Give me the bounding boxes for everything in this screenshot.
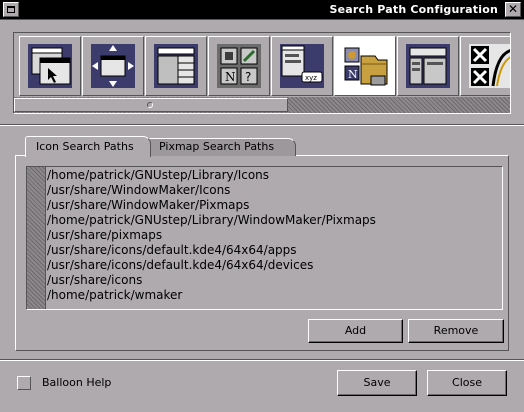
path-list-scrollbar[interactable] [27, 167, 46, 309]
tab-icon-search-paths[interactable]: Icon Search Paths [25, 136, 151, 157]
window-placement-prefs-icon [91, 44, 135, 88]
minimize-button[interactable] [3, 2, 19, 17]
list-item[interactable]: /usr/share/pixmaps [47, 228, 376, 243]
close-window-button[interactable]: ✕ [505, 2, 521, 17]
minimize-icon [7, 6, 15, 13]
remove-path-button[interactable]: Remove [408, 319, 504, 343]
svg-text:?: ? [245, 70, 251, 84]
window-focus-prefs-button[interactable] [19, 36, 81, 96]
icon-prefs-button[interactable]: xyz [271, 36, 333, 96]
window-title: Search Path Configuration [329, 3, 498, 16]
list-item[interactable]: /usr/share/icons/default.kde4/64x64/apps [47, 243, 376, 258]
save-button[interactable]: Save [337, 370, 417, 396]
bottom-divider [0, 359, 524, 361]
svg-text:N: N [225, 70, 236, 84]
close-icon: ✕ [507, 2, 519, 16]
window-attribute-prefs-button[interactable] [145, 36, 207, 96]
balloon-help-checkbox[interactable] [17, 376, 31, 390]
search-path-list[interactable]: /home/patrick/GNUstep/Library/Icons /usr… [26, 166, 503, 310]
icon-prefs-icon: xyz [280, 44, 324, 88]
balloon-help-label: Balloon Help [42, 376, 112, 389]
window-focus-prefs-icon [28, 44, 72, 88]
scroll-knob-dimple-icon [147, 102, 153, 108]
list-item[interactable]: /usr/share/WindowMaker/Icons [47, 183, 376, 198]
tab-pixmap-search-paths[interactable]: Pixmap Search Paths [148, 138, 296, 156]
list-item[interactable]: /home/patrick/GNUstep/Library/Icons [47, 168, 376, 183]
workspace-prefs-button[interactable] [397, 36, 459, 96]
list-item[interactable]: /home/patrick/wmaker [47, 288, 376, 303]
window-attribute-prefs-icon [154, 44, 198, 88]
title-bar[interactable]: Search Path Configuration ✕ [0, 0, 524, 20]
menu-prefs-button[interactable]: N ? [208, 36, 270, 96]
toolbar-scroll-knob[interactable] [14, 98, 288, 112]
toolbar-divider [0, 124, 524, 126]
svg-text:N: N [348, 68, 358, 81]
workspace-prefs-icon [406, 44, 450, 88]
close-button[interactable]: Close [427, 370, 507, 396]
search-path-prefs-button[interactable]: N [334, 36, 396, 96]
list-item[interactable]: /usr/share/icons/default.kde4/64x64/devi… [47, 258, 376, 273]
other-prefs-button[interactable] [460, 36, 510, 96]
list-item[interactable]: /usr/share/WindowMaker/Pixmaps [47, 198, 376, 213]
toolbar-scrollbar[interactable] [14, 97, 510, 113]
search-path-prefs-icon: N [344, 47, 388, 86]
preferences-icon-toolbar: N ? xyz N [13, 32, 511, 114]
list-item[interactable]: /usr/share/icons [47, 273, 376, 288]
svg-text:xyz: xyz [305, 74, 317, 82]
add-path-button[interactable]: Add [308, 319, 403, 343]
window-placement-prefs-button[interactable] [82, 36, 144, 96]
other-prefs-icon [469, 44, 510, 88]
list-item[interactable]: /home/patrick/GNUstep/Library/WindowMake… [47, 213, 376, 228]
menu-prefs-icon: N ? [217, 44, 261, 88]
